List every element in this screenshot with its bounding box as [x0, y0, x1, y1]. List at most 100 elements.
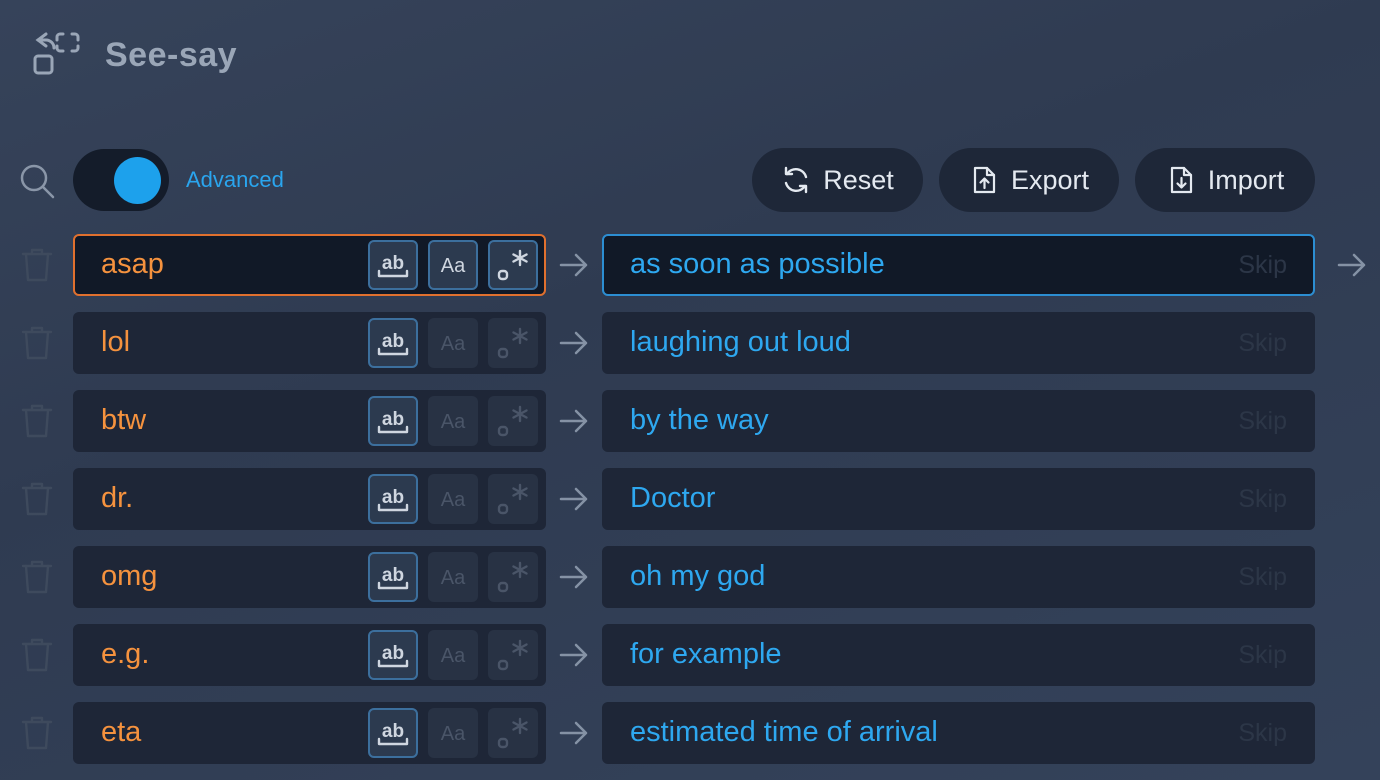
rule-row: btw ab Aa by the way Skip [0, 390, 1380, 452]
match-case-toggle[interactable]: Aa [428, 708, 478, 758]
regex-toggle[interactable] [488, 474, 538, 524]
svg-text:Aa: Aa [441, 255, 466, 277]
svg-text:ab: ab [382, 409, 404, 430]
rule-row: eta ab Aa estimated time of arrival Skip [0, 702, 1380, 764]
match-case-toggle[interactable]: Aa [428, 318, 478, 368]
trash-icon[interactable] [20, 637, 54, 673]
file-import-icon [1170, 166, 1192, 194]
svg-text:ab: ab [382, 331, 404, 352]
match-word-toggle[interactable]: ab [368, 474, 418, 524]
import-label: Import [1207, 164, 1285, 195]
skip-button[interactable]: Skip [1238, 485, 1287, 514]
svg-text:Aa: Aa [441, 411, 466, 433]
trash-icon[interactable] [20, 325, 54, 361]
regex-toggle[interactable] [488, 630, 538, 680]
key-input[interactable]: e.g. ab Aa [73, 624, 546, 686]
whole-word-icon: ab [377, 253, 409, 278]
trash-icon[interactable] [20, 715, 54, 751]
whole-word-icon: ab [377, 487, 409, 512]
advanced-toggle[interactable] [73, 149, 169, 211]
svg-text:Aa: Aa [441, 723, 466, 745]
arrow-right-icon [1337, 253, 1366, 277]
trash-icon[interactable] [20, 559, 54, 595]
value-input[interactable]: for example Skip [602, 624, 1315, 686]
reset-button[interactable]: Reset [752, 148, 923, 212]
skip-button[interactable]: Skip [1238, 329, 1287, 358]
match-case-toggle[interactable]: Aa [428, 630, 478, 680]
advanced-label: Advanced [186, 167, 284, 192]
regex-icon [497, 249, 528, 281]
value-input[interactable]: as soon as possible Skip [602, 234, 1315, 296]
match-word-toggle[interactable]: ab [368, 240, 418, 290]
skip-button[interactable]: Skip [1238, 251, 1287, 280]
regex-toggle[interactable] [488, 240, 538, 290]
svg-text:ab: ab [382, 253, 404, 274]
value-input[interactable]: laughing out loud Skip [602, 312, 1315, 374]
key-text: asap [101, 248, 164, 280]
rule-row: omg ab Aa oh my god Skip [0, 546, 1380, 608]
match-case-icon: Aa [441, 723, 466, 745]
key-text: eta [101, 716, 142, 748]
value-input[interactable]: estimated time of arrival Skip [602, 702, 1315, 764]
svg-text:ab: ab [382, 721, 404, 742]
match-case-toggle[interactable]: Aa [428, 552, 478, 602]
key-input[interactable]: omg ab Aa [73, 546, 546, 608]
export-label: Export [1010, 164, 1090, 195]
svg-text:Aa: Aa [441, 333, 466, 355]
value-input[interactable]: by the way Skip [602, 390, 1315, 452]
key-text: lol [101, 326, 131, 358]
value-input[interactable]: oh my god Skip [602, 546, 1315, 608]
regex-icon [497, 717, 528, 749]
regex-icon [497, 639, 528, 671]
regex-toggle[interactable] [488, 396, 538, 446]
match-case-toggle[interactable]: Aa [428, 474, 478, 524]
svg-text:ab: ab [382, 643, 404, 664]
rule-row: lol ab Aa laughing out loud Skip [0, 312, 1380, 374]
svg-text:Aa: Aa [441, 567, 466, 589]
match-case-icon: Aa [441, 411, 466, 433]
value-text: laughing out loud [630, 326, 851, 358]
match-word-toggle[interactable]: ab [368, 552, 418, 602]
regex-icon [497, 483, 528, 515]
regex-toggle[interactable] [488, 552, 538, 602]
key-text: e.g. [101, 638, 150, 670]
key-input[interactable]: lol ab Aa [73, 312, 546, 374]
arrow-right-icon [559, 253, 588, 277]
match-word-toggle[interactable]: ab [368, 708, 418, 758]
value-input[interactable]: Doctor Skip [602, 468, 1315, 530]
trash-icon[interactable] [20, 403, 54, 439]
skip-button[interactable]: Skip [1238, 641, 1287, 670]
match-word-toggle[interactable]: ab [368, 318, 418, 368]
regex-toggle[interactable] [488, 708, 538, 758]
import-button[interactable]: Import [1135, 148, 1315, 212]
match-case-toggle[interactable]: Aa [428, 240, 478, 290]
skip-button[interactable]: Skip [1238, 719, 1287, 748]
key-input[interactable]: asap ab Aa [73, 234, 546, 296]
skip-button[interactable]: Skip [1238, 563, 1287, 592]
file-export-icon [973, 166, 996, 194]
svg-text:Aa: Aa [441, 489, 466, 511]
match-word-toggle[interactable]: ab [368, 630, 418, 680]
key-input[interactable]: eta ab Aa [73, 702, 546, 764]
regex-toggle[interactable] [488, 318, 538, 368]
skip-button[interactable]: Skip [1238, 407, 1287, 436]
arrow-right-icon [559, 487, 588, 511]
rule-row: asap ab Aa as soon as possible Skip [0, 234, 1380, 296]
arrow-right-icon [559, 643, 588, 667]
trash-icon[interactable] [20, 481, 54, 517]
key-text: btw [101, 404, 147, 436]
key-text: dr. [101, 482, 134, 514]
match-word-toggle[interactable]: ab [368, 396, 418, 446]
search-icon[interactable] [18, 162, 56, 200]
value-text: estimated time of arrival [630, 716, 938, 748]
arrow-right-icon [559, 331, 588, 355]
match-case-toggle[interactable]: Aa [428, 396, 478, 446]
key-input[interactable]: dr. ab Aa [73, 468, 546, 530]
arrow-right-icon [559, 565, 588, 589]
trash-icon[interactable] [20, 247, 54, 283]
key-text: omg [101, 560, 158, 592]
app-title: See-say [105, 36, 238, 74]
key-input[interactable]: btw ab Aa [73, 390, 546, 452]
export-button[interactable]: Export [939, 148, 1119, 212]
svg-text:Aa: Aa [441, 645, 466, 667]
